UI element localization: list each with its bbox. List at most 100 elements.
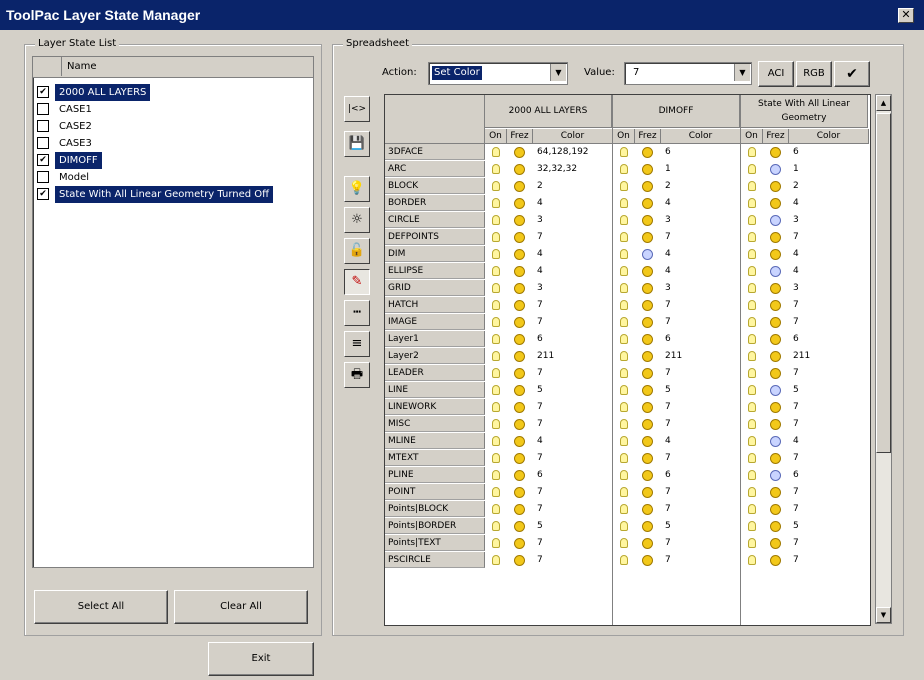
color-value[interactable]: 7 [537,416,611,433]
lightbulb-on-icon[interactable] [492,300,500,310]
scroll-up-icon[interactable]: ▲ [876,95,891,111]
color-value[interactable]: 4 [793,195,867,212]
sun-thawed-icon[interactable] [514,385,525,396]
lightbulb-on-icon[interactable] [620,521,628,531]
color-value[interactable]: 3 [793,212,867,229]
list-item[interactable]: CASE2 [33,118,313,135]
sub-header-on[interactable]: On [613,129,635,144]
color-value[interactable]: 7 [793,501,867,518]
sun-thawed-icon[interactable] [642,419,653,430]
layer-state-checkbox[interactable] [37,103,49,115]
color-value[interactable]: 1 [665,161,739,178]
lightbulb-on-icon[interactable] [620,351,628,361]
color-value[interactable]: 7 [793,399,867,416]
lightbulb-on-icon[interactable] [492,249,500,259]
sun-thawed-icon[interactable] [514,419,525,430]
lock-icon[interactable]: 🔓 [344,238,370,264]
color-value[interactable]: 4 [537,195,611,212]
sun-thawed-icon[interactable] [642,504,653,515]
lightbulb-on-icon[interactable] [620,419,628,429]
lightbulb-on-icon[interactable] [748,147,756,157]
lightbulb-on-icon[interactable] [492,402,500,412]
sun-thawed-icon[interactable] [770,283,781,294]
color-value[interactable]: 4 [537,246,611,263]
layer-row-name[interactable]: Points|TEXT [385,535,485,551]
close-icon[interactable]: ✕ [898,8,914,23]
sun-thawed-icon[interactable] [642,402,653,413]
lightbulb-on-icon[interactable] [620,266,628,276]
color-value[interactable]: 6 [793,331,867,348]
snowflake-frozen-icon[interactable] [770,164,781,175]
color-value[interactable]: 7 [665,535,739,552]
lightbulb-on-icon[interactable] [492,351,500,361]
sun-thawed-icon[interactable] [642,385,653,396]
sun-thawed-icon[interactable] [770,249,781,260]
sub-header-color[interactable]: Color [533,129,613,144]
lightbulb-on-icon[interactable] [492,334,500,344]
color-value[interactable]: 4 [793,246,867,263]
sun-thawed-icon[interactable] [770,453,781,464]
layer-row-name[interactable]: BLOCK [385,178,485,194]
color-value[interactable]: 7 [537,365,611,382]
sun-thawed-icon[interactable] [514,436,525,447]
sun-thawed-icon[interactable] [770,419,781,430]
lightbulb-on-icon[interactable] [748,351,756,361]
state-column-header[interactable]: DIMOFF [613,95,740,128]
lineweight-icon[interactable]: ≡ [344,331,370,357]
value-dropdown[interactable]: 7 ▼ [624,62,752,85]
sun-thawed-icon[interactable] [642,147,653,158]
color-value[interactable]: 6 [793,144,867,161]
sun-thawed-icon[interactable] [770,232,781,243]
sun-thawed-icon[interactable] [514,368,525,379]
sun-thawed-icon[interactable] [642,164,653,175]
sun-thawed-icon[interactable] [770,351,781,362]
sun-thawed-icon[interactable] [514,283,525,294]
sun-thawed-icon[interactable] [642,436,653,447]
color-value[interactable]: 6 [537,331,611,348]
list-item[interactable]: CASE1 [33,101,313,118]
color-value[interactable]: 7 [537,484,611,501]
sun-thawed-icon[interactable] [514,249,525,260]
color-value[interactable]: 7 [665,297,739,314]
layer-state-checkbox[interactable] [37,137,49,149]
color-value[interactable]: 6 [793,467,867,484]
lightbulb-on-icon[interactable] [748,385,756,395]
color-value[interactable]: 7 [665,416,739,433]
scroll-down-icon[interactable]: ▼ [876,607,891,623]
lightbulb-on-icon[interactable] [620,402,628,412]
color-value[interactable]: 2 [793,178,867,195]
sun-thawed-icon[interactable] [514,555,525,566]
sun-thawed-icon[interactable] [770,402,781,413]
lightbulb-on-icon[interactable] [492,504,500,514]
lightbulb-on-icon[interactable] [620,436,628,446]
layer-row-name[interactable]: MISC [385,416,485,432]
snowflake-frozen-icon[interactable] [770,215,781,226]
color-value[interactable]: 211 [665,348,739,365]
color-value[interactable]: 4 [793,263,867,280]
lightbulb-on-icon[interactable] [620,487,628,497]
sun-thawed-icon[interactable] [642,317,653,328]
rgb-button[interactable]: RGB [796,61,832,87]
color-value[interactable]: 4 [665,263,739,280]
lightbulb-on-icon[interactable] [620,504,628,514]
layer-row-name[interactable]: CIRCLE [385,212,485,228]
color-value[interactable]: 5 [793,518,867,535]
color-value[interactable]: 3 [665,280,739,297]
sun-thawed-icon[interactable] [642,283,653,294]
lightbulb-on-icon[interactable] [748,436,756,446]
layer-row-name[interactable]: Layer2 [385,348,485,364]
lightbulb-on-icon[interactable] [748,487,756,497]
lightbulb-on-icon[interactable] [492,538,500,548]
color-value[interactable]: 6 [537,467,611,484]
lightbulb-on-icon[interactable] [748,419,756,429]
sun-thawed-icon[interactable] [770,487,781,498]
layer-row-name[interactable]: DEFPOINTS [385,229,485,245]
sun-thawed-icon[interactable] [770,538,781,549]
color-value[interactable]: 7 [665,484,739,501]
color-value[interactable]: 2 [537,178,611,195]
sun-thawed-icon[interactable] [514,453,525,464]
sun-thawed-icon[interactable] [514,334,525,345]
lightbulb-on-icon[interactable] [492,470,500,480]
sun-thawed-icon[interactable] [770,317,781,328]
sun-thawed-icon[interactable] [514,266,525,277]
